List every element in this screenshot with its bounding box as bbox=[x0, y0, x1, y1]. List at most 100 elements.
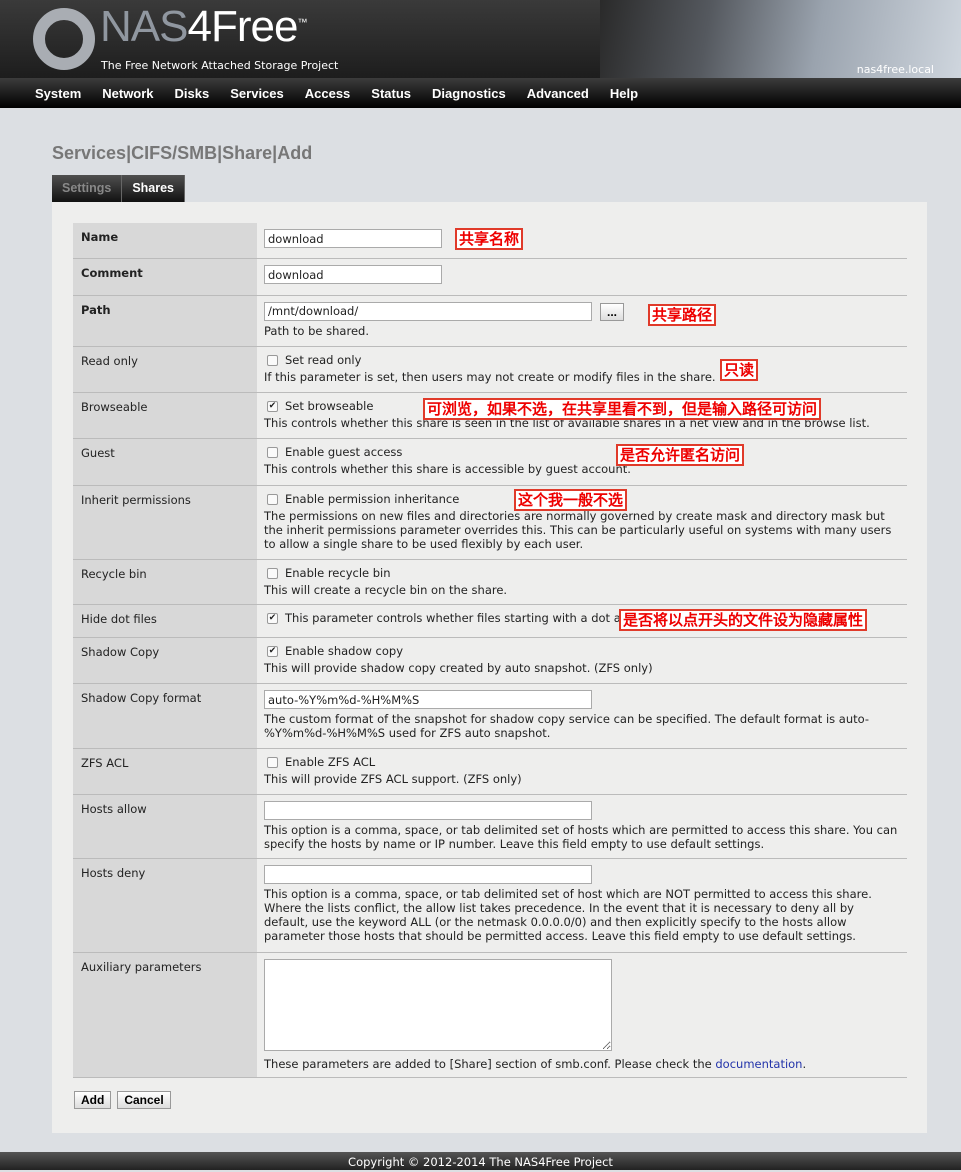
read-only-checkbox[interactable] bbox=[267, 355, 278, 366]
checkbox-label[interactable]: Set browseable bbox=[285, 399, 373, 413]
field-label: Hosts allow bbox=[73, 795, 257, 858]
field-content: Set read only If this parameter is set, t… bbox=[257, 347, 907, 392]
shadow-copy-format-input[interactable] bbox=[264, 690, 592, 709]
inherit-permissions-checkbox[interactable] bbox=[267, 494, 278, 505]
form-row-shadow-copy-format: Shadow Copy formatThe custom format of t… bbox=[73, 684, 907, 749]
form-row-shadow-copy: Shadow Copy ✔ Enable shadow copy This will … bbox=[73, 638, 907, 684]
auxiliary-parameters-textarea[interactable] bbox=[264, 959, 612, 1051]
nav-item-access[interactable]: Access bbox=[305, 86, 351, 101]
browseable-checkbox[interactable]: ✔ bbox=[267, 401, 278, 412]
field-label: Comment bbox=[73, 259, 257, 295]
recycle-bin-checkbox[interactable] bbox=[267, 568, 278, 579]
add-button[interactable]: Add bbox=[74, 1091, 112, 1109]
page-title: Services|CIFS/SMB|Share|Add bbox=[52, 143, 313, 163]
field-description: This will create a recycle bin on the sh… bbox=[264, 583, 900, 597]
field-content: Enable recycle bin This will create a rec… bbox=[257, 560, 907, 604]
field-content: Enable ZFS ACL This will provide ZFS ACL … bbox=[257, 749, 907, 794]
field-content: Enable guest access This controls whether… bbox=[257, 439, 907, 485]
form-row-read-only: Read only Set read only If this parameter … bbox=[73, 347, 907, 393]
annotation-note: 是否允许匿名访问 bbox=[616, 444, 745, 466]
annotation-note: 共享名称 bbox=[455, 228, 524, 250]
field-description: These parameters are added to [Share] se… bbox=[264, 1057, 900, 1071]
nav-item-services[interactable]: Services bbox=[230, 86, 284, 101]
main-nav: System Network Disks Services Access Status Di… bbox=[0, 78, 961, 108]
description-text: Path to be shared. bbox=[264, 324, 369, 338]
field-label: Read only bbox=[73, 347, 257, 392]
cancel-button[interactable]: Cancel bbox=[117, 1091, 171, 1109]
annotation-note: 可浏览，如果不选，在共享里看不到，但是输入路径可访问 bbox=[423, 398, 822, 420]
field-label: Hide dot files bbox=[73, 605, 257, 637]
nav-item-status[interactable]: Status bbox=[371, 86, 411, 101]
form-panel: Name 共享名称 CommentPath/mnt/download/... Path… bbox=[52, 202, 927, 1133]
guest-checkbox[interactable] bbox=[267, 447, 278, 458]
logo: NAS4Free™ bbox=[100, 2, 307, 52]
form-row-hide-dot-files: Hide dot files ✔ This parameter controls w… bbox=[73, 605, 907, 638]
documentation-link[interactable]: documentation bbox=[715, 1057, 802, 1071]
comment-input[interactable] bbox=[264, 265, 442, 284]
tagline: The Free Network Attached Storage Projec… bbox=[101, 59, 339, 72]
description-text: This controls whether this share is acce… bbox=[264, 462, 631, 476]
annotation-note: 只读 bbox=[720, 359, 759, 381]
zfs-acl-checkbox-line: Enable ZFS ACL bbox=[264, 755, 900, 769]
hosts-deny-input[interactable] bbox=[264, 865, 592, 884]
description-text: If this parameter is set, then users may… bbox=[264, 370, 716, 384]
zfs-acl-checkbox[interactable] bbox=[267, 757, 278, 768]
hostname: nas4free.local bbox=[856, 63, 934, 76]
logo-suffix: 4Free bbox=[187, 2, 298, 51]
share-form: Name 共享名称 CommentPath/mnt/download/... Path… bbox=[73, 223, 907, 1078]
nav-item-system[interactable]: System bbox=[35, 86, 81, 101]
field-label: Browseable bbox=[73, 393, 257, 438]
field-label: Auxiliary parameters bbox=[73, 953, 257, 1077]
field-label: ZFS ACL bbox=[73, 749, 257, 794]
header-banner: NAS4Free™ The Free Network Attached Stor… bbox=[0, 0, 961, 78]
field-description: This will provide ZFS ACL support. (ZFS … bbox=[264, 772, 900, 786]
form-row-browseable: Browseable ✔ Set browseable This controls w… bbox=[73, 393, 907, 439]
description-text: The custom format of the snapshot for sh… bbox=[264, 712, 870, 740]
form-row-comment: Comment bbox=[73, 259, 907, 296]
path-input[interactable]: /mnt/download/ bbox=[264, 302, 592, 321]
form-row-zfs-acl: ZFS ACL Enable ZFS ACL This will provide Z… bbox=[73, 749, 907, 795]
nav-item-diagnostics[interactable]: Diagnostics bbox=[432, 86, 506, 101]
name-input[interactable] bbox=[264, 229, 442, 248]
annotation-note: 是否将以点开头的文件设为隐藏属性 bbox=[619, 609, 868, 631]
form-row-hosts-allow: Hosts allow This option is a comma, space… bbox=[73, 795, 907, 859]
checkbox-label[interactable]: Enable recycle bin bbox=[285, 566, 391, 580]
nav-item-help[interactable]: Help bbox=[610, 86, 638, 101]
field-content: This option is a comma, space, or tab de… bbox=[257, 795, 907, 858]
description-text: This option is a comma, space, or tab de… bbox=[264, 823, 898, 851]
trademark: ™ bbox=[297, 17, 307, 29]
hosts-allow-input[interactable] bbox=[264, 801, 592, 820]
checkbox-label[interactable]: Enable guest access bbox=[285, 445, 402, 459]
shadow-copy-checkbox[interactable]: ✔ bbox=[267, 646, 278, 657]
browse-button[interactable]: ... bbox=[600, 302, 625, 321]
recycle-bin-checkbox-line: Enable recycle bin bbox=[264, 566, 900, 580]
tab-settings[interactable]: Settings bbox=[52, 175, 123, 202]
checkbox-label[interactable]: Enable ZFS ACL bbox=[285, 755, 375, 769]
annotation-note: 这个我一般不选 bbox=[514, 489, 628, 511]
field-label: Hosts deny bbox=[73, 859, 257, 952]
form-buttons: Add Cancel bbox=[74, 1091, 177, 1109]
field-description: This option is a comma, space, or tab de… bbox=[264, 887, 900, 943]
read-only-checkbox-line: Set read only bbox=[264, 353, 900, 367]
field-label: Name bbox=[73, 223, 257, 258]
field-content: /mnt/download/... Path to be shared. bbox=[257, 296, 907, 346]
form-row-guest: Guest Enable guest access This controls wh… bbox=[73, 439, 907, 486]
tab-shares[interactable]: Shares bbox=[122, 175, 186, 202]
checkbox-label[interactable]: Set read only bbox=[285, 353, 361, 367]
checkbox-label[interactable]: Enable shadow copy bbox=[285, 644, 403, 658]
nav-item-disks[interactable]: Disks bbox=[175, 86, 210, 101]
field-content bbox=[257, 223, 907, 258]
field-description: Path to be shared. bbox=[264, 324, 900, 338]
shadow-copy-checkbox-line: ✔ Enable shadow copy bbox=[264, 644, 900, 658]
description-end: . bbox=[802, 1057, 807, 1071]
nav-item-network[interactable]: Network bbox=[102, 86, 153, 101]
nav-item-advanced[interactable]: Advanced bbox=[527, 86, 589, 101]
field-label: Path bbox=[73, 296, 257, 346]
guest-checkbox-line: Enable guest access bbox=[264, 445, 900, 459]
field-description: The permissions on new files and directo… bbox=[264, 509, 900, 551]
tab-bar: Settings Shares bbox=[52, 175, 186, 202]
checkbox-label[interactable]: Enable permission inheritance bbox=[285, 492, 459, 506]
hide-dot-files-checkbox[interactable]: ✔ bbox=[267, 613, 278, 624]
description-text: This option is a comma, space, or tab de… bbox=[264, 887, 872, 943]
field-content: These parameters are added to [Share] se… bbox=[257, 953, 907, 1077]
